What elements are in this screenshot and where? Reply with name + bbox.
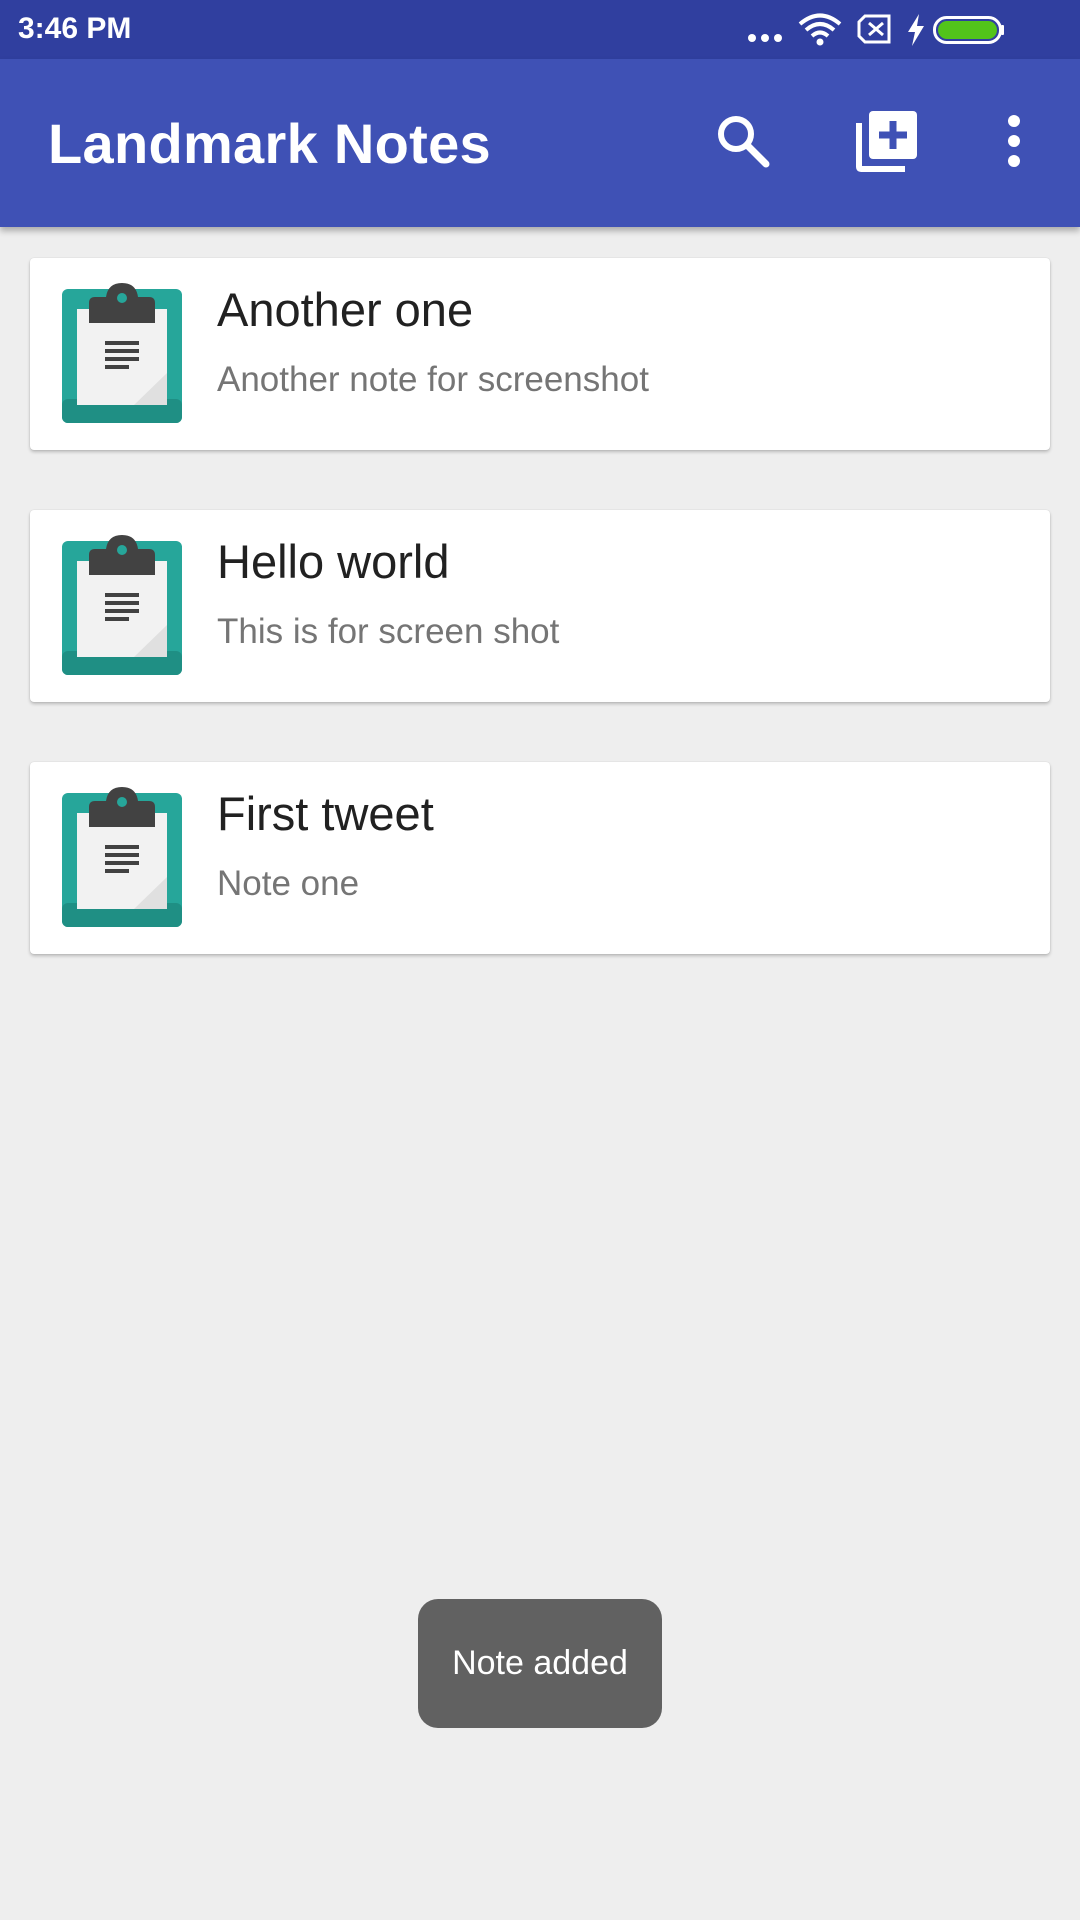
note-body: Another note for screenshot — [217, 360, 649, 399]
note-title: Hello world — [217, 535, 450, 588]
charging-bolt-icon — [906, 14, 926, 51]
clipboard-icon — [62, 535, 184, 677]
battery-icon — [933, 16, 1005, 49]
note-body: This is for screen shot — [217, 612, 560, 651]
search-icon — [713, 111, 773, 176]
status-bar: 3:46 PM — [0, 0, 1080, 59]
search-button[interactable] — [708, 108, 778, 178]
note-card[interactable]: First tweet Note one — [30, 762, 1050, 954]
app-bar: Landmark Notes — [0, 59, 1080, 227]
note-card[interactable]: Hello world This is for screen shot — [30, 510, 1050, 702]
note-title: Another one — [217, 283, 474, 336]
note-card[interactable]: Another one Another note for screenshot — [30, 258, 1050, 450]
overflow-menu-button[interactable] — [979, 108, 1049, 178]
overflow-menu-icon — [1004, 113, 1024, 174]
more-dots-icon — [746, 31, 786, 49]
note-body: Note one — [217, 864, 360, 903]
status-time: 3:46 PM — [18, 12, 132, 45]
status-icons — [746, 11, 1066, 49]
wifi-icon — [798, 13, 842, 52]
clipboard-icon — [62, 787, 184, 929]
note-title: First tweet — [217, 787, 434, 840]
no-sim-icon — [856, 14, 892, 49]
app-title: Landmark Notes — [48, 112, 491, 175]
toast-message: Note added — [418, 1599, 662, 1728]
toast-text: Note added — [452, 1644, 628, 1682]
add-note-icon — [855, 109, 919, 178]
add-note-button[interactable] — [852, 108, 922, 178]
clipboard-icon — [62, 283, 184, 425]
